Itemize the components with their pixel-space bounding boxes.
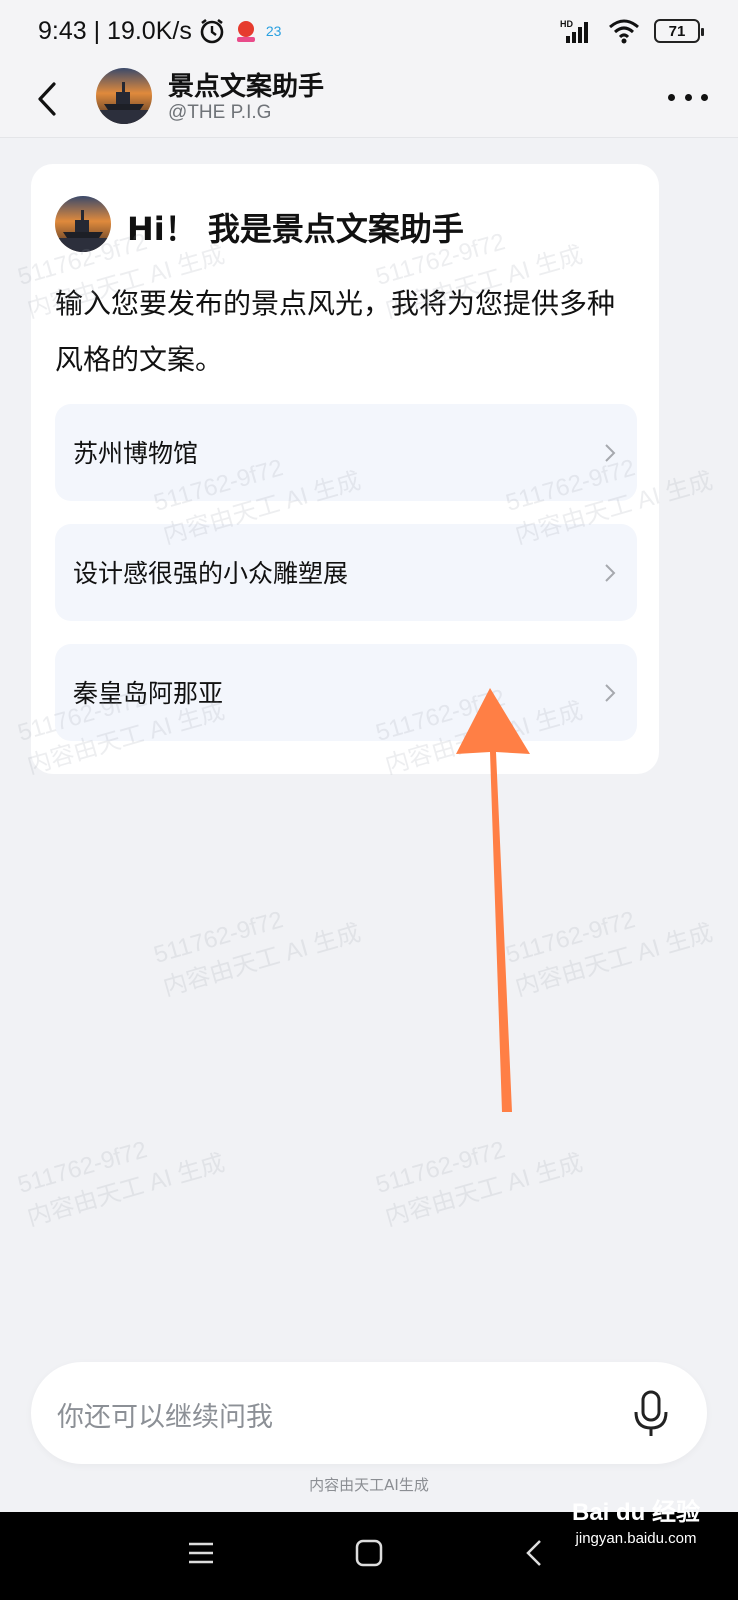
signal-icon: HD bbox=[560, 19, 588, 43]
wifi-icon bbox=[609, 19, 639, 44]
watermark-text: 内容由天工 AI 生成 bbox=[512, 919, 716, 1002]
welcome-card: Hi！ 我是景点文案助手 输入您要发布的景点风光，我将为您提供多种风格的文案。 … bbox=[31, 164, 659, 774]
back-arrow-icon[interactable] bbox=[28, 74, 68, 124]
menu-icon[interactable] bbox=[186, 1538, 216, 1568]
more-dot-icon bbox=[668, 93, 675, 101]
watermark-text: 内容由天工 AI 生成 bbox=[24, 1149, 228, 1232]
home-icon[interactable] bbox=[354, 1538, 384, 1568]
alarm-icon bbox=[200, 18, 224, 44]
baidu-brand: Bai du 经验 bbox=[571, 1499, 700, 1526]
more-dot-icon bbox=[701, 93, 708, 101]
microphone-icon[interactable] bbox=[631, 1386, 671, 1440]
app-header: 景点文案助手 @THE P.I.G bbox=[0, 60, 738, 138]
status-time-speed: 9:43 | 19.0K/s bbox=[38, 16, 192, 45]
app-screen: 9:43 | 19.0K/s 23 HD 71 景点文案助手 @THE P.I.… bbox=[0, 0, 738, 1600]
suggestion-item[interactable]: 秦皇岛阿那亚 bbox=[55, 644, 637, 741]
watermark-text: 内容由天工 AI 生成 bbox=[382, 1149, 586, 1232]
ship-avatar-icon bbox=[55, 196, 111, 252]
chevron-right-icon bbox=[605, 564, 616, 582]
notification-count: 23 bbox=[265, 23, 282, 39]
baidu-url: jingyan.baidu.com bbox=[575, 1530, 697, 1547]
input-placeholder: 你还可以继续问我 bbox=[57, 1402, 273, 1433]
chevron-right-icon bbox=[605, 444, 616, 462]
ai-disclaimer: 内容由天工AI生成 bbox=[309, 1476, 429, 1494]
watermark: 511762-9f72 内容由天工 AI 生成 bbox=[372, 1114, 587, 1236]
watermark-id: 511762-9f72 bbox=[372, 1136, 509, 1199]
more-dot-icon bbox=[684, 93, 692, 101]
watermark: 511762-9f72 内容由天工 AI 生成 bbox=[502, 884, 717, 1006]
watermark: 511762-9f72 内容由天工 AI 生成 bbox=[150, 884, 365, 1006]
welcome-title: Hi！ 我是景点文案助手 bbox=[127, 210, 464, 248]
app-notification-icon bbox=[236, 21, 255, 42]
watermark-id: 511762-9f72 bbox=[150, 906, 287, 969]
suggestion-label: 苏州博物馆 bbox=[73, 439, 199, 468]
chat-input[interactable]: 你还可以继续问我 bbox=[31, 1362, 707, 1464]
page-subtitle: @THE P.I.G bbox=[168, 102, 272, 123]
chevron-right-icon bbox=[605, 684, 616, 702]
suggestion-label: 秦皇岛阿那亚 bbox=[73, 679, 224, 708]
watermark-id: 511762-9f72 bbox=[14, 1136, 151, 1199]
watermark-text: 内容由天工 AI 生成 bbox=[160, 919, 364, 1002]
suggestion-label: 设计感很强的小众雕塑展 bbox=[73, 559, 349, 588]
ship-avatar-icon bbox=[96, 68, 152, 124]
more-options-button[interactable] bbox=[668, 82, 708, 112]
welcome-description: 输入您要发布的景点风光，我将为您提供多种风格的文案。 bbox=[55, 287, 616, 376]
nav-back-icon[interactable] bbox=[520, 1538, 550, 1568]
status-left: 9:43 | 19.0K/s 23 bbox=[38, 14, 281, 48]
battery-level: 71 bbox=[668, 22, 686, 40]
avatar[interactable] bbox=[96, 68, 152, 124]
watermark-id: 511762-9f72 bbox=[502, 906, 639, 969]
watermark: 511762-9f72 内容由天工 AI 生成 bbox=[14, 1114, 229, 1236]
svg-text:HD: HD bbox=[560, 19, 573, 29]
suggestion-item[interactable]: 设计感很强的小众雕塑展 bbox=[55, 524, 637, 621]
status-right: HD 71 bbox=[560, 14, 704, 48]
baidu-watermark: Bai du 经验 jingyan.baidu.com bbox=[572, 1500, 700, 1552]
assistant-avatar bbox=[55, 196, 111, 252]
suggestion-item[interactable]: 苏州博物馆 bbox=[55, 404, 637, 501]
page-title: 景点文案助手 bbox=[168, 72, 325, 102]
battery-indicator: 71 bbox=[654, 19, 704, 43]
status-bar: 9:43 | 19.0K/s 23 HD 71 bbox=[0, 0, 738, 60]
